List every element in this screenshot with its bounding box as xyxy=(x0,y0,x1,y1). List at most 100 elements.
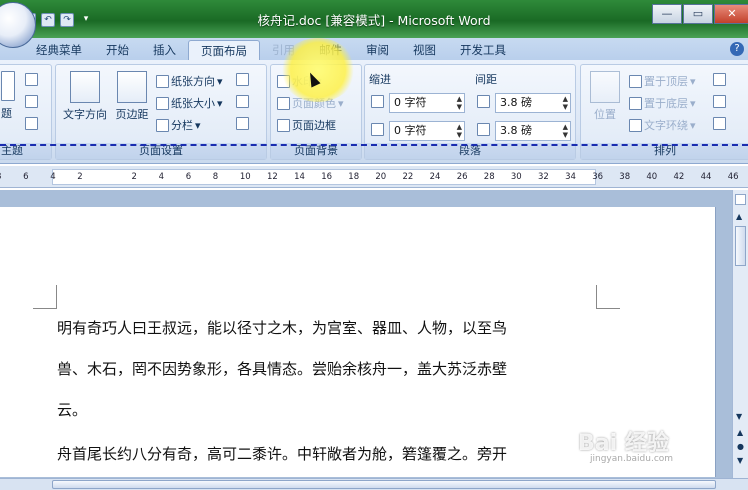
position-icon xyxy=(590,71,620,103)
page-border-button[interactable]: 页面边框 xyxy=(277,117,336,133)
paper-size-icon xyxy=(156,96,169,110)
ruler-toggle-icon[interactable] xyxy=(735,194,746,205)
horizontal-scroll-thumb[interactable] xyxy=(52,480,716,489)
theme-fonts-icon[interactable] xyxy=(25,95,38,108)
tab-insert[interactable]: 插入 xyxy=(141,40,188,60)
ruler-tick-label: 34 xyxy=(565,172,576,182)
tab-view[interactable]: 视图 xyxy=(401,40,448,60)
margins-label: 页边距 xyxy=(115,108,149,121)
ruler-tick-label: 4 xyxy=(158,172,165,182)
bring-front-button[interactable]: 置于顶层 ▾ xyxy=(629,73,696,89)
ruler-tick-label: 8 xyxy=(0,172,1,182)
theme-colors-icon[interactable] xyxy=(25,73,38,86)
breaks-icon[interactable] xyxy=(236,73,249,86)
margins-icon xyxy=(117,71,147,103)
next-page-icon[interactable]: ▼ xyxy=(737,456,743,465)
spacing-after-input[interactable]: 3.8 磅 ▲ ▼ xyxy=(495,121,571,141)
text-wrap-label: 文字环绕 xyxy=(644,119,688,132)
text-direction-button[interactable]: 文字方向 xyxy=(60,71,110,122)
indent-left-input[interactable]: 0 字符 ▲ ▼ xyxy=(389,93,465,113)
group-objects-icon[interactable] xyxy=(713,95,726,108)
window-controls: — ▭ ✕ xyxy=(652,4,748,24)
spacing-after-value: 3.8 磅 xyxy=(500,124,532,137)
ruler-tick-label: 22 xyxy=(402,172,414,182)
scroll-thumb[interactable] xyxy=(735,226,746,266)
columns-icon xyxy=(156,118,169,132)
restore-button[interactable]: ▭ xyxy=(683,4,713,24)
ruler-tick-label: 30 xyxy=(510,172,522,182)
ruler-tick-label: 24 xyxy=(429,172,441,182)
tab-classic-menu[interactable]: 经典菜单 xyxy=(24,40,94,60)
margins-button[interactable]: 页边距 xyxy=(112,71,152,122)
spin-arrows-icon[interactable]: ▲ ▼ xyxy=(457,123,462,139)
bring-front-label: 置于顶层 xyxy=(644,75,688,88)
position-label: 位置 xyxy=(594,108,616,121)
ruler-tick-label: 20 xyxy=(375,172,387,182)
text-wrap-button[interactable]: 文字环绕 ▾ xyxy=(629,117,696,133)
watermark-logo: Bai 经验 xyxy=(578,431,669,456)
spacing-before-value: 3.8 磅 xyxy=(500,96,532,109)
minimize-button[interactable]: — xyxy=(652,4,682,24)
indent-title: 缩进 xyxy=(369,73,391,86)
ruler-tick-label: 2 xyxy=(131,172,137,182)
line-numbers-icon[interactable] xyxy=(236,95,249,108)
bring-front-icon xyxy=(629,74,642,88)
browse-object-icon[interactable]: ● xyxy=(737,442,744,451)
send-back-icon xyxy=(629,96,642,110)
prev-page-icon[interactable]: ▲ xyxy=(737,428,743,437)
ruler-tick-label: 38 xyxy=(619,172,631,182)
themes-icon[interactable] xyxy=(1,71,15,101)
text-direction-label: 文字方向 xyxy=(63,108,107,121)
tab-page-layout[interactable]: 页面布局 xyxy=(188,40,260,60)
close-button[interactable]: ✕ xyxy=(714,4,748,24)
columns-button[interactable]: 分栏 ▾ xyxy=(156,117,201,133)
ruler-tick-label: 8 xyxy=(212,172,219,182)
send-back-button[interactable]: 置于底层 ▾ xyxy=(629,95,696,111)
ruler-tick-label: 42 xyxy=(673,172,685,182)
size-button[interactable]: 纸张大小 ▾ xyxy=(156,95,223,111)
orientation-label: 纸张方向 xyxy=(171,75,215,88)
vertical-scrollbar[interactable]: ▲ ▼ ▲ ● ▼ xyxy=(732,190,748,480)
tab-developer[interactable]: 开发工具 xyxy=(448,40,518,60)
ruler-tick-label: 2 xyxy=(77,172,83,182)
document-line: 云。 xyxy=(57,401,88,419)
orientation-button[interactable]: 纸张方向 ▾ xyxy=(156,73,223,89)
ruler-tick-label: 32 xyxy=(538,172,549,182)
scroll-up-icon[interactable]: ▲ xyxy=(736,212,742,221)
align-icon[interactable] xyxy=(713,73,726,86)
ruler-tick-label: 12 xyxy=(267,172,278,182)
rotate-icon[interactable] xyxy=(713,117,726,130)
text-direction-icon xyxy=(70,71,100,103)
help-icon[interactable]: ? xyxy=(730,42,744,56)
position-button[interactable]: 位置 xyxy=(585,71,625,122)
tab-review[interactable]: 审阅 xyxy=(354,40,401,60)
orientation-icon xyxy=(156,74,169,88)
cursor-highlight xyxy=(280,38,356,102)
tab-home[interactable]: 开始 xyxy=(94,40,141,60)
spacing-before-input[interactable]: 3.8 磅 ▲ ▼ xyxy=(495,93,571,113)
spin-arrows-icon[interactable]: ▲ ▼ xyxy=(457,95,462,111)
dashed-annotation-line xyxy=(0,144,748,146)
ruler-tick-label: 40 xyxy=(646,172,658,182)
hyphenation-icon[interactable] xyxy=(236,117,249,130)
ruler-tick-label: 44 xyxy=(700,172,712,182)
page-border-label: 页面边框 xyxy=(292,119,336,132)
spacing-after-icon xyxy=(477,123,490,136)
ribbon-tabs: 经典菜单 开始 插入 页面布局 引用 邮件 审阅 视图 开发工具 xyxy=(0,38,748,60)
size-label: 纸张大小 xyxy=(171,97,215,110)
spin-arrows-icon[interactable]: ▲ ▼ xyxy=(563,123,568,139)
indent-right-value: 0 字符 xyxy=(394,124,427,137)
scroll-down-icon[interactable]: ▼ xyxy=(736,412,742,421)
indent-right-input[interactable]: 0 字符 ▲ ▼ xyxy=(389,121,465,141)
horizontal-ruler[interactable] xyxy=(0,166,748,188)
send-back-label: 置于底层 xyxy=(644,97,688,110)
ribbon: 题 主题 文字方向 页边距 纸张方向 ▾ 纸张大小 ▾ 分栏 ▾ 页面设置 水印… xyxy=(0,60,748,164)
ruler-tick-label: 14 xyxy=(294,172,305,182)
page-color-icon xyxy=(277,96,290,110)
ruler-tick-label: 6 xyxy=(23,172,29,182)
page-border-icon xyxy=(277,118,290,132)
ruler-tick-label: 18 xyxy=(348,172,360,182)
spin-arrows-icon[interactable]: ▲ ▼ xyxy=(563,95,568,111)
indent-left-value: 0 字符 xyxy=(394,96,427,109)
theme-effects-icon[interactable] xyxy=(25,117,38,130)
